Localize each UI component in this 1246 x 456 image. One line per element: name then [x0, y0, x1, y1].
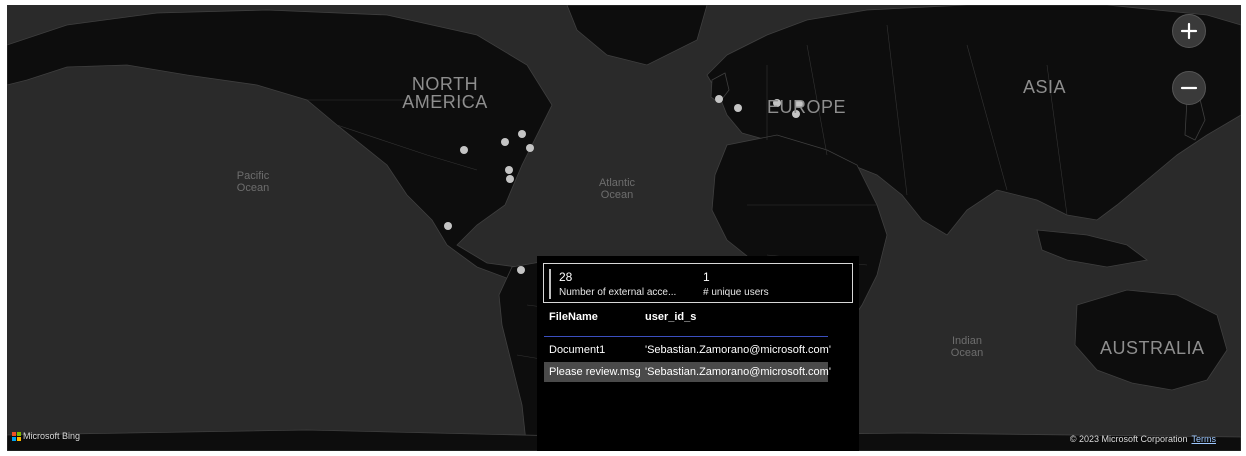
header-divider [544, 336, 828, 337]
continent-name: NORTH AMERICA [402, 74, 488, 112]
bing-attribution[interactable]: Microsoft Bing [12, 431, 80, 441]
ocean-name: Indian Ocean [950, 335, 984, 360]
continent-label-asia: ASIA [1023, 78, 1066, 96]
table-row[interactable]: Document1 'Sebastian.Zamorano@microsoft.… [544, 340, 831, 360]
map-marker[interactable] [444, 222, 452, 230]
kpi-card: 28 Number of external acce... 1 # unique… [543, 263, 853, 303]
cell-filename: Document1 [549, 344, 606, 356]
kpi-value: 28 [559, 270, 573, 284]
microsoft-logo-icon [12, 431, 21, 441]
continent-label-north-america: NORTH AMERICA [399, 75, 491, 111]
continent-name: AUSTRALIA [1100, 338, 1205, 358]
plus-icon [1180, 22, 1198, 40]
column-header-filename[interactable]: FileName [549, 311, 598, 323]
kpi-unique-users: 1 # unique users [703, 270, 769, 299]
terms-link[interactable]: Terms [1192, 434, 1217, 444]
cell-user-id: 'Sebastian.Zamorano@microsoft.com' [645, 366, 831, 378]
column-header-user-id[interactable]: user_id_s [645, 311, 696, 323]
kpi-label: Number of external acce... [559, 286, 677, 298]
ocean-label-atlantic: Atlantic Ocean [593, 177, 641, 201]
location-popup: 28 Number of external acce... 1 # unique… [537, 256, 859, 451]
ocean-name: Pacific Ocean [236, 170, 270, 195]
continent-name: EUROPE [767, 97, 847, 117]
kpi-accent-bar [549, 269, 551, 299]
minus-icon [1180, 86, 1198, 90]
ocean-name: Atlantic Ocean [598, 177, 636, 202]
cell-user-id: 'Sebastian.Zamorano@microsoft.com' [645, 344, 831, 356]
continent-label-europe: EUROPE [767, 98, 846, 116]
continent-label-australia: AUSTRALIA [1100, 339, 1205, 357]
continent-name: ASIA [1023, 77, 1067, 97]
cell-filename: Please review.msg [549, 366, 641, 378]
map-marker[interactable] [715, 95, 723, 103]
ocean-label-indian: Indian Ocean [947, 335, 987, 359]
zoom-out-button[interactable] [1172, 71, 1206, 105]
kpi-label: # unique users [703, 286, 769, 298]
map-marker[interactable] [517, 266, 525, 274]
kpi-external-access: 28 Number of external acce... [559, 270, 676, 299]
bing-attribution-text: Microsoft Bing [23, 431, 81, 441]
map-marker[interactable] [506, 175, 514, 183]
map-container[interactable]: NORTH AMERICA EUROPE ASIA AUSTRALIA Paci… [7, 5, 1241, 451]
kpi-value: 1 [703, 270, 710, 284]
table-row-selected[interactable]: Please review.msg 'Sebastian.Zamorano@mi… [544, 362, 831, 382]
map-copyright: © 2023 Microsoft Corporation Terms [1070, 434, 1216, 444]
ocean-label-pacific: Pacific Ocean [233, 170, 273, 194]
map-marker[interactable] [501, 138, 509, 146]
map-marker[interactable] [518, 130, 526, 138]
zoom-in-button[interactable] [1172, 14, 1206, 48]
map-marker[interactable] [526, 144, 534, 152]
map-marker[interactable] [505, 166, 513, 174]
copyright-text: © 2023 Microsoft Corporation [1069, 434, 1188, 444]
map-marker[interactable] [734, 104, 742, 112]
map-marker[interactable] [460, 146, 468, 154]
